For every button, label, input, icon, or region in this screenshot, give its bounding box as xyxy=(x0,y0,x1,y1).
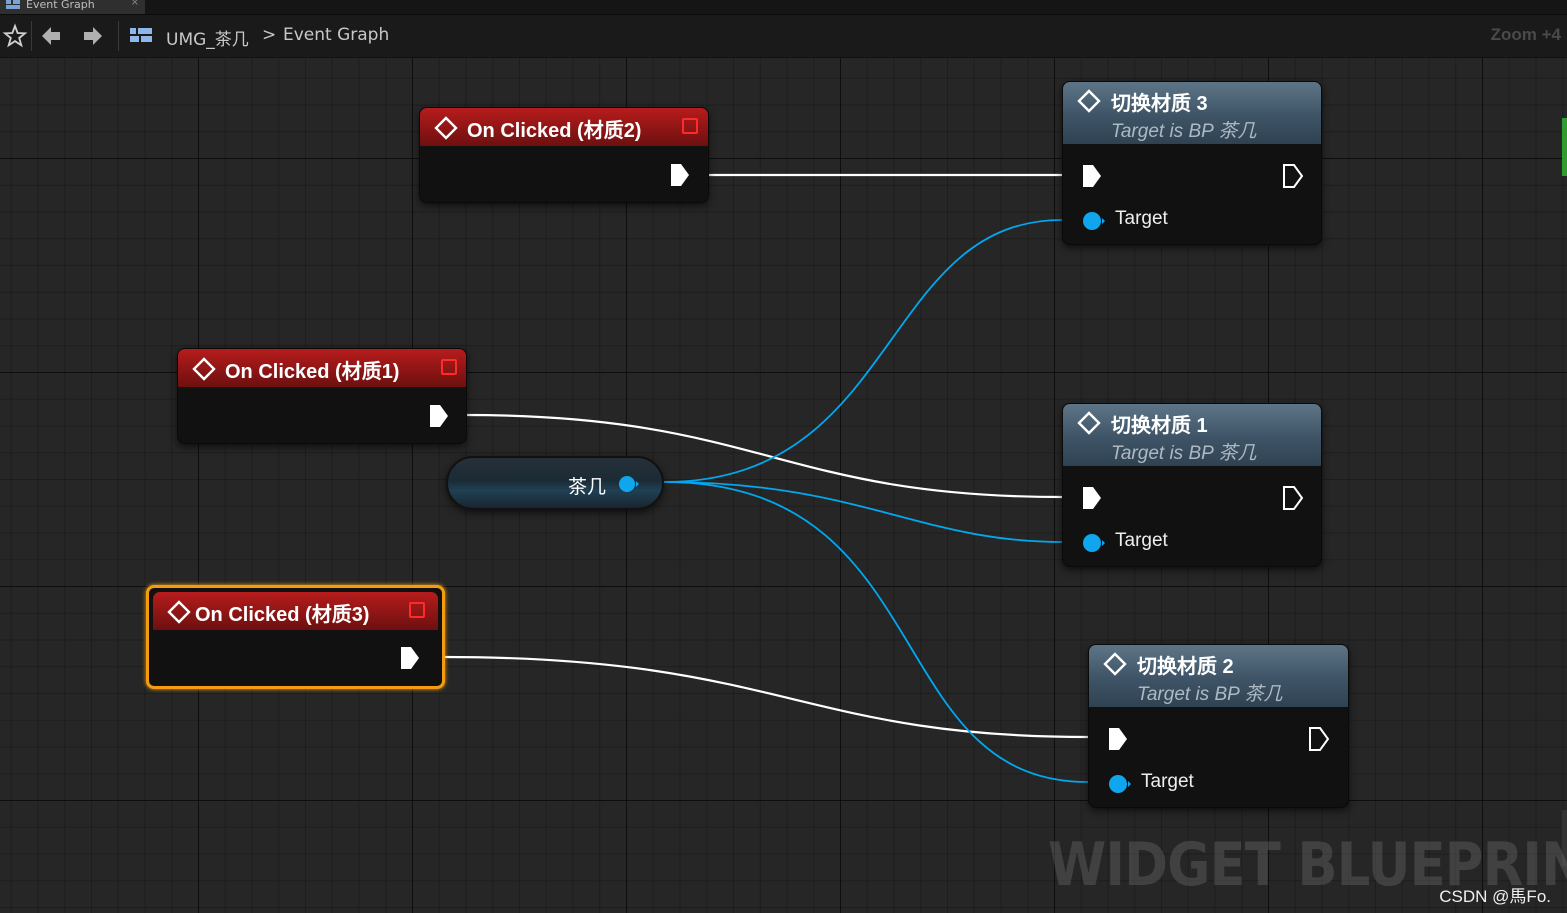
exec-in-pin-icon[interactable] xyxy=(1081,485,1103,511)
exec-out-pin-icon[interactable] xyxy=(1282,485,1304,511)
node-subtitle: Target is BP 茶几 xyxy=(1111,443,1257,464)
node-title: 切换材质 1 xyxy=(1111,415,1208,437)
csdn-credit: CSDN @馬Fo. xyxy=(1439,887,1551,906)
node-title: On Clicked (材质2) xyxy=(467,120,642,142)
function-node-switch-material-3[interactable]: 切换材质 3 Target is BP 茶几 Target xyxy=(1062,81,1322,245)
exec-in-pin-icon[interactable] xyxy=(1107,726,1129,752)
function-diamond-icon xyxy=(1077,411,1101,435)
target-pin-label: Target xyxy=(1141,771,1194,792)
event-node-on-clicked-2[interactable]: On Clicked (材质2) xyxy=(419,107,709,203)
object-wire xyxy=(663,481,1089,783)
event-node-on-clicked-1[interactable]: On Clicked (材质1) xyxy=(177,348,467,444)
exec-out-pin-icon[interactable] xyxy=(1282,163,1304,189)
blueprint-editor: Event Graph × UMG_茶几 > Event Graph Zoom … xyxy=(0,0,1567,913)
node-header: 切换材质 3 Target is BP 茶几 xyxy=(1063,82,1321,144)
event-diamond-icon xyxy=(434,116,458,140)
delegate-pin-icon[interactable] xyxy=(682,118,698,134)
object-wire xyxy=(663,481,1063,543)
node-title: On Clicked (材质1) xyxy=(225,361,400,383)
node-header: On Clicked (材质2) xyxy=(420,108,708,146)
node-header: 切换材质 2 Target is BP 茶几 xyxy=(1089,645,1348,707)
node-subtitle: Target is BP 茶几 xyxy=(1111,121,1257,142)
delegate-pin-icon[interactable] xyxy=(409,602,425,618)
object-out-pin-icon[interactable] xyxy=(618,474,640,494)
delegate-pin-icon[interactable] xyxy=(441,359,457,375)
target-pin-label: Target xyxy=(1115,530,1168,551)
function-node-switch-material-1[interactable]: 切换材质 1 Target is BP 茶几 Target xyxy=(1062,403,1322,567)
node-title: 切换材质 3 xyxy=(1111,93,1208,115)
exec-wire xyxy=(443,655,1089,739)
node-header: On Clicked (材质1) xyxy=(178,349,466,387)
object-in-pin-icon[interactable] xyxy=(1081,532,1107,554)
node-header: On Clicked (材质3) xyxy=(153,592,438,630)
function-diamond-icon xyxy=(1077,89,1101,113)
object-in-pin-icon[interactable] xyxy=(1107,773,1133,795)
exec-out-pin-icon[interactable] xyxy=(428,403,450,429)
exec-out-pin-icon[interactable] xyxy=(1308,726,1330,752)
object-wire xyxy=(663,219,1063,483)
exec-out-pin-icon[interactable] xyxy=(669,162,691,188)
function-diamond-icon xyxy=(1103,652,1127,676)
event-node-on-clicked-3[interactable]: On Clicked (材质3) xyxy=(146,585,445,689)
exec-out-pin-icon[interactable] xyxy=(399,645,421,671)
exec-in-pin-icon[interactable] xyxy=(1081,163,1103,189)
target-pin-label: Target xyxy=(1115,208,1168,229)
variable-label: 茶几 xyxy=(567,476,606,498)
scrollbar-handle[interactable] xyxy=(1562,118,1567,176)
event-diamond-icon xyxy=(167,600,191,624)
node-title: On Clicked (材质3) xyxy=(195,604,370,626)
node-title: 切换材质 2 xyxy=(1137,656,1234,678)
variable-node-chaji[interactable]: 茶几 xyxy=(446,456,664,510)
node-header: 切换材质 1 Target is BP 茶几 xyxy=(1063,404,1321,466)
object-in-pin-icon[interactable] xyxy=(1081,210,1107,232)
node-subtitle: Target is BP 茶几 xyxy=(1137,684,1283,705)
function-node-switch-material-2[interactable]: 切换材质 2 Target is BP 茶几 Target xyxy=(1088,644,1349,808)
event-diamond-icon xyxy=(192,357,216,381)
